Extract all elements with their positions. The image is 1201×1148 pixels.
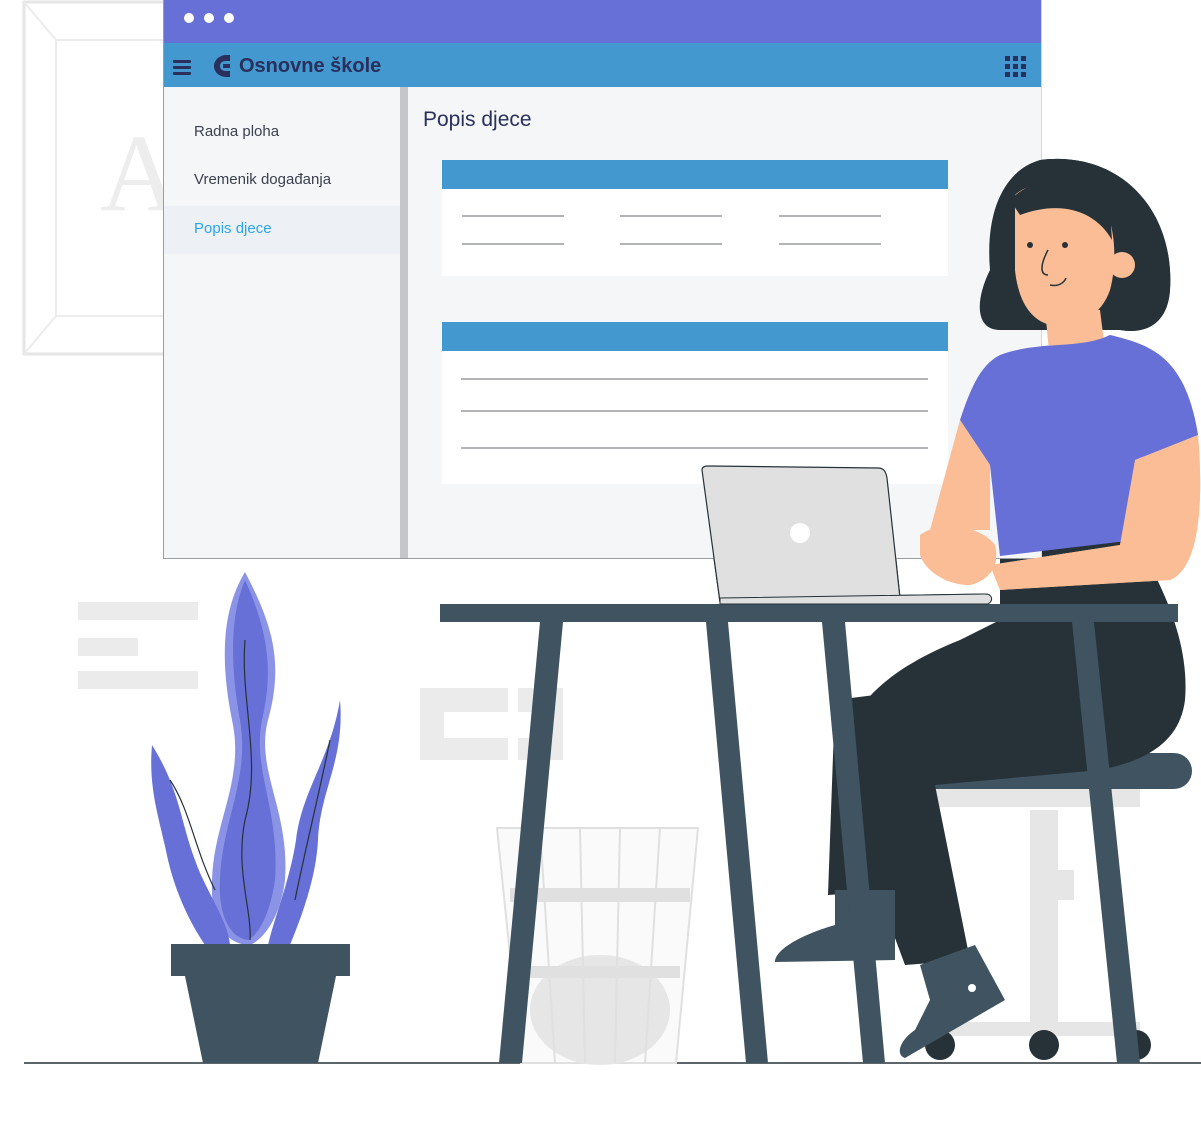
foreground-illustration — [701, 158, 1201, 605]
